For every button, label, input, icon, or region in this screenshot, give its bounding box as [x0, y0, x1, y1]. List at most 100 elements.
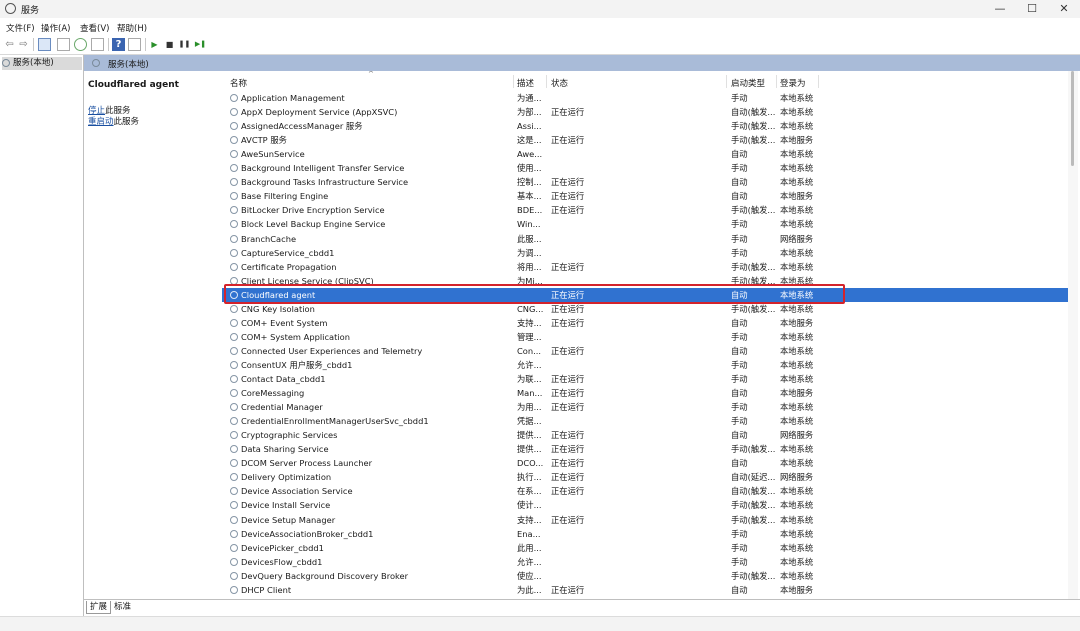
table-row[interactable]: Device Association Service 在系... 正在运行 自动(触发…: [222, 484, 1068, 498]
service-gear-icon: [230, 585, 238, 594]
table-row[interactable]: AppX Deployment Service (AppXSVC) 为部... 正在…: [222, 105, 1068, 119]
table-row[interactable]: Device Setup Manager 支持... 正在运行 手动(触发... 本地系…: [222, 513, 1068, 527]
table-row[interactable]: ConsentUX 用户服务_cbdd1 允许... 手动 本地系统: [222, 358, 1068, 372]
column-separator[interactable]: [513, 75, 514, 88]
console-tree-icon[interactable]: [38, 38, 51, 51]
restart-service-link[interactable]: 重启动: [88, 117, 114, 127]
forward-arrow-icon[interactable]: ⇨: [17, 38, 30, 51]
service-description: 为用...: [517, 402, 542, 413]
table-row[interactable]: Device Install Service 使计... 手动(触发... 本地系统: [222, 498, 1068, 512]
table-row[interactable]: COM+ Event System 支持... 正在运行 自动 本地服务: [222, 316, 1068, 330]
service-name: AVCTP 服务: [241, 135, 287, 146]
table-row[interactable]: Background Intelligent Transfer Service 使…: [222, 161, 1068, 175]
sort-ascending-icon: ^: [368, 71, 374, 78]
table-row[interactable]: BranchCache 此服... 手动 网络服务: [222, 232, 1068, 246]
table-row[interactable]: AVCTP 服务 这是... 正在运行 手动(触发... 本地服务: [222, 133, 1068, 147]
column-separator[interactable]: [776, 75, 777, 88]
column-separator[interactable]: [546, 75, 547, 88]
table-row[interactable]: Base Filtering Engine 基本... 正在运行 自动 本地服务: [222, 189, 1068, 203]
console-panel-icon[interactable]: [128, 38, 141, 51]
table-row[interactable]: CaptureService_cbdd1 为调... 手动 本地系统: [222, 246, 1068, 260]
service-log-on-as: 本地系统: [780, 107, 814, 118]
close-button[interactable]: ✕: [1049, 0, 1079, 18]
service-name: Data Sharing Service: [241, 444, 329, 455]
stop-service-icon[interactable]: ■: [163, 38, 176, 51]
column-separator[interactable]: [726, 75, 727, 88]
service-name: AppX Deployment Service (AppXSVC): [241, 107, 398, 118]
service-name: ConsentUX 用户服务_cbdd1: [241, 359, 353, 370]
menu-view[interactable]: 查看(V): [80, 22, 109, 34]
column-header-startup-type[interactable]: 启动类型: [731, 77, 765, 89]
table-row[interactable]: Credential Manager 为用... 正在运行 手动 本地系统: [222, 400, 1068, 414]
restart-service-icon[interactable]: ▶❚: [194, 38, 207, 51]
vertical-scrollbar[interactable]: [1068, 71, 1078, 599]
properties-sheet-icon[interactable]: [57, 38, 70, 51]
table-row[interactable]: COM+ System Application 管理... 手动 本地系统: [222, 330, 1068, 344]
menu-help[interactable]: 帮助(H): [117, 22, 147, 34]
service-description: 提供...: [517, 430, 542, 441]
table-row[interactable]: Background Tasks Infrastructure Service 控…: [222, 175, 1068, 189]
service-gear-icon: [230, 389, 238, 398]
table-row[interactable]: DevQuery Background Discovery Broker 使应..…: [222, 569, 1068, 583]
table-row[interactable]: AweSunService Awe... 自动 本地系统: [222, 147, 1068, 161]
service-startup-type: 手动: [731, 219, 748, 230]
service-startup-type: 手动: [731, 93, 748, 103]
back-arrow-icon[interactable]: ⇦: [3, 38, 16, 51]
table-row[interactable]: Block Level Backup Engine Service Win... 手…: [222, 217, 1068, 231]
pause-service-icon[interactable]: ❚❚: [178, 38, 191, 51]
tree-item-services-local[interactable]: 服务(本地): [2, 57, 82, 70]
menu-file[interactable]: 文件(F): [6, 22, 35, 34]
service-description: 为部...: [517, 107, 542, 118]
table-row[interactable]: DCOM Server Process Launcher DCO... 正在运行 自动…: [222, 456, 1068, 470]
table-row[interactable]: Connected User Experiences and Telemetry…: [222, 344, 1068, 358]
service-gear-icon: [230, 234, 238, 243]
service-status: 正在运行: [551, 458, 585, 469]
table-row[interactable]: DHCP Client 为此... 正在运行 自动 本地服务: [222, 583, 1068, 597]
service-gear-icon: [230, 318, 238, 327]
refresh-icon[interactable]: [74, 38, 87, 51]
service-description: Assi...: [517, 121, 542, 132]
service-gear-icon: [230, 262, 238, 271]
service-name: Device Install Service: [241, 500, 331, 511]
service-description: 为调...: [517, 247, 542, 258]
minimize-button[interactable]: —: [985, 0, 1015, 18]
column-header-log-on-as[interactable]: 登录为: [780, 77, 806, 89]
column-separator[interactable]: [818, 75, 819, 88]
table-row[interactable]: Application Management 为通... 手动 本地系统: [222, 91, 1068, 105]
table-row[interactable]: Contact Data_cbdd1 为联... 正在运行 手动 本地系统: [222, 372, 1068, 386]
service-log-on-as: 本地服务: [780, 584, 814, 595]
service-name: Base Filtering Engine: [241, 191, 329, 202]
service-log-on-as: 本地系统: [780, 416, 814, 427]
table-row[interactable]: AssignedAccessManager 服务 Assi... 手动(触发... 本…: [222, 119, 1068, 133]
column-header-status[interactable]: 状态: [551, 77, 568, 89]
table-row[interactable]: CoreMessaging Man... 正在运行 自动 本地服务: [222, 386, 1068, 400]
service-description: 使用...: [517, 163, 542, 174]
service-startup-type: 自动: [731, 191, 748, 202]
table-row[interactable]: CredentialEnrollmentManagerUserSvc_cbdd1…: [222, 414, 1068, 428]
tab-extended[interactable]: 扩展: [86, 601, 112, 614]
table-row[interactable]: Data Sharing Service 提供... 正在运行 手动(触发... 本地系…: [222, 442, 1068, 456]
export-list-icon[interactable]: [91, 38, 104, 51]
table-row[interactable]: DeviceAssociationBroker_cbdd1 Ena... 手动 本地系…: [222, 527, 1068, 541]
service-startup-type: 自动: [731, 177, 748, 188]
start-service-icon[interactable]: ▶: [148, 38, 161, 51]
window-title: 服务: [21, 6, 40, 16]
table-row[interactable]: Delivery Optimization 执行... 正在运行 自动(延迟... 网络…: [222, 470, 1068, 484]
table-row[interactable]: Cryptographic Services 提供... 正在运行 自动 网络服务: [222, 428, 1068, 442]
table-row[interactable]: BitLocker Drive Encryption Service BDE...…: [222, 203, 1068, 217]
table-row[interactable]: Certificate Propagation 将用... 正在运行 手动(触发...…: [222, 260, 1068, 274]
table-row[interactable]: DevicePicker_cbdd1 此用... 手动 本地系统: [222, 541, 1068, 555]
table-row[interactable]: DevicesFlow_cbdd1 允许... 手动 本地系统: [222, 555, 1068, 569]
service-description: 允许...: [517, 359, 542, 370]
service-name: CredentialEnrollmentManagerUserSvc_cbdd1: [241, 416, 429, 427]
maximize-button[interactable]: ☐: [1017, 0, 1047, 18]
service-gear-icon: [230, 192, 238, 201]
scrollbar-thumb[interactable]: [1071, 71, 1074, 166]
menu-action[interactable]: 操作(A): [41, 22, 70, 34]
help-icon[interactable]: ?: [112, 38, 125, 51]
column-header-name[interactable]: 名称: [230, 77, 247, 89]
service-name: Device Setup Manager: [241, 514, 336, 525]
console-tree: 服务(本地): [0, 55, 84, 620]
column-header-description[interactable]: 描述: [517, 77, 534, 89]
tab-standard[interactable]: 标准: [111, 601, 134, 613]
